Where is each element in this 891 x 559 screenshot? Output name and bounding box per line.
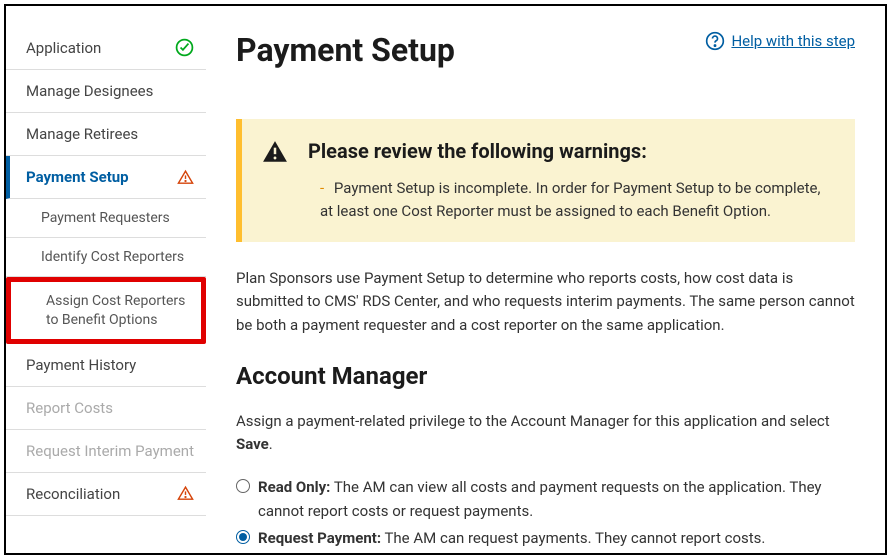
section-heading: Account Manager xyxy=(236,362,855,390)
nav-manage-retirees[interactable]: Manage Retirees xyxy=(6,113,206,156)
warning-triangle-icon xyxy=(262,139,288,165)
nav-sub-assign-cost-reporters[interactable]: Assign Cost Reporters to Benefit Options xyxy=(6,277,206,343)
intro-text: Plan Sponsors use Payment Setup to deter… xyxy=(236,267,855,337)
radio-icon[interactable] xyxy=(236,479,250,493)
nav-label: Report Costs xyxy=(26,399,113,417)
warning-list: - Payment Setup is incomplete. In order … xyxy=(308,177,835,222)
nav-sub-label: Assign Cost Reporters to Benefit Options xyxy=(46,293,185,327)
page-title: Payment Setup xyxy=(236,31,455,69)
instruction-bold: Save xyxy=(236,435,269,453)
nav-payment-setup[interactable]: Payment Setup xyxy=(6,156,206,199)
radio-request-payment[interactable]: Request Payment: The AM can request paym… xyxy=(236,527,855,550)
nav-payment-history[interactable]: Payment History xyxy=(6,344,206,387)
nav-reconciliation[interactable]: Reconciliation xyxy=(6,473,206,516)
radio-label: Request Payment: The AM can request paym… xyxy=(258,527,855,550)
main-content: Payment Setup Help with this step Please… xyxy=(206,6,885,553)
nav-label: Payment Setup xyxy=(26,168,129,186)
radio-text: The AM can request payments. They cannot… xyxy=(381,529,765,547)
nav-label: Manage Designees xyxy=(26,82,153,100)
nav-report-costs: Report Costs xyxy=(6,387,206,430)
header-row: Payment Setup Help with this step xyxy=(236,31,855,69)
nav-label: Reconciliation xyxy=(26,485,120,503)
radio-bold: Request Payment: xyxy=(258,529,381,547)
help-link-text: Help with this step xyxy=(731,32,855,50)
nav-label: Request Interim Payment xyxy=(26,442,194,460)
nav-label: Payment History xyxy=(26,356,136,374)
nav-label: Manage Retirees xyxy=(26,125,138,143)
warning-triangle-icon xyxy=(177,169,194,186)
nav-sub-label: Identify Cost Reporters xyxy=(41,249,184,265)
warning-box: Please review the following warnings: - … xyxy=(236,119,855,242)
nav-request-interim-payment: Request Interim Payment xyxy=(6,430,206,473)
warning-content: Please review the following warnings: - … xyxy=(308,139,835,222)
help-link[interactable]: Help with this step xyxy=(705,31,855,51)
instruction-pre: Assign a payment-related privilege to th… xyxy=(236,412,830,430)
instruction-text: Assign a payment-related privilege to th… xyxy=(236,410,855,457)
nav-sub-payment-requesters[interactable]: Payment Requesters xyxy=(6,199,206,238)
warning-message: Payment Setup is incomplete. In order fo… xyxy=(320,179,820,220)
radio-text: The AM can view all costs and payment re… xyxy=(258,478,822,519)
checkmark-circle-icon xyxy=(175,38,194,57)
nav-application[interactable]: Application xyxy=(6,26,206,70)
nav-label: Application xyxy=(26,39,101,57)
instruction-post: . xyxy=(269,435,273,453)
sidebar-nav: Application Manage Designees Manage Reti… xyxy=(6,6,206,553)
nav-sub-label: Payment Requesters xyxy=(41,210,170,226)
radio-bold: Read Only: xyxy=(258,478,330,496)
nav-sub-identify-cost-reporters[interactable]: Identify Cost Reporters xyxy=(6,238,206,277)
app-frame: Application Manage Designees Manage Reti… xyxy=(4,4,887,555)
radio-label: Report Costs: The AM can report costs. T… xyxy=(258,554,855,555)
radio-label: Read Only: The AM can view all costs and… xyxy=(258,476,855,523)
warning-title: Please review the following warnings: xyxy=(308,139,835,163)
nav-manage-designees[interactable]: Manage Designees xyxy=(6,70,206,113)
question-circle-icon xyxy=(705,31,725,51)
radio-icon[interactable] xyxy=(236,530,250,544)
warning-dash-icon: - xyxy=(320,179,324,197)
warning-triangle-icon xyxy=(177,485,194,502)
radio-read-only[interactable]: Read Only: The AM can view all costs and… xyxy=(236,476,855,523)
radio-report-costs[interactable]: Report Costs: The AM can report costs. T… xyxy=(236,554,855,555)
radio-group: Read Only: The AM can view all costs and… xyxy=(236,476,855,555)
